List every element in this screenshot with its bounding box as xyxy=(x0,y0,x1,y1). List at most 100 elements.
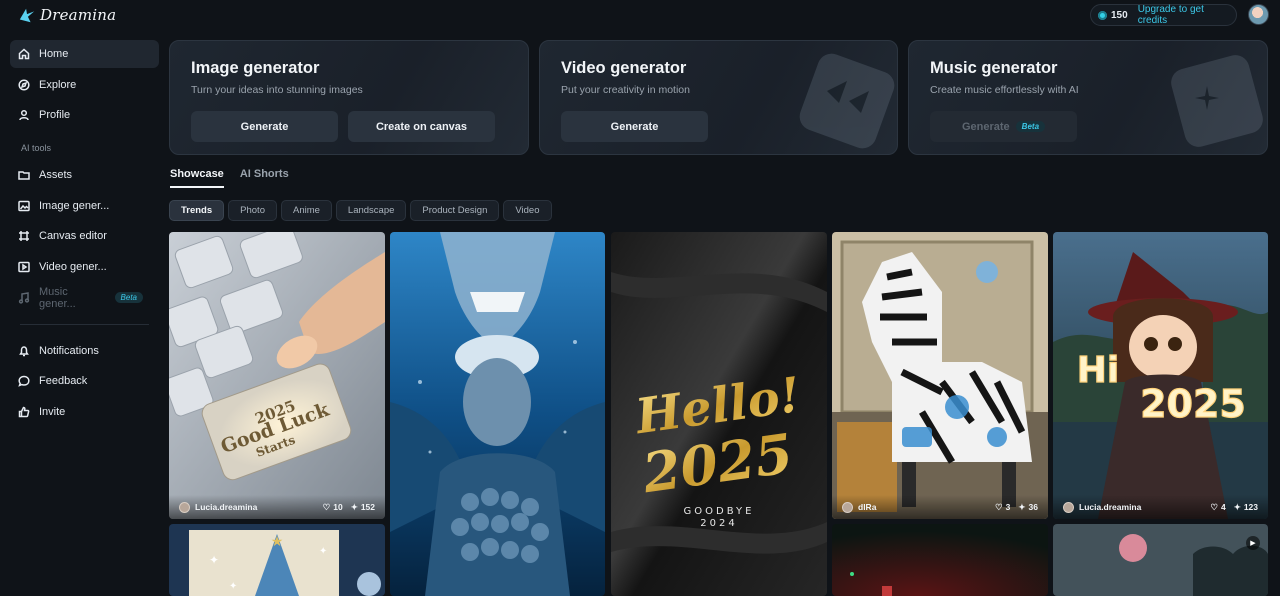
author-name[interactable]: Lucia.dreamina xyxy=(195,502,257,512)
filter-photo[interactable]: Photo xyxy=(228,200,277,221)
svg-text:✦: ✦ xyxy=(229,581,237,592)
author-name[interactable]: Lucia.dreamina xyxy=(1079,502,1141,512)
filter-anime[interactable]: Anime xyxy=(280,200,332,221)
sidebar-item-image-generator[interactable]: Image gener... xyxy=(10,192,159,220)
beta-badge: Beta xyxy=(1015,121,1046,132)
sidebar-item-label: Explore xyxy=(39,78,77,91)
sidebar-item-invite[interactable]: Invite xyxy=(10,398,159,426)
content-tabs: Showcase AI Shorts xyxy=(170,168,289,188)
credit-coin-icon xyxy=(1098,10,1107,20)
svg-text:★: ★ xyxy=(271,533,284,549)
sidebar-item-label: Invite xyxy=(39,405,66,418)
video-generate-button[interactable]: Generate xyxy=(561,111,708,142)
folder-icon xyxy=(18,169,30,181)
sidebar-divider xyxy=(20,323,149,325)
image-icon xyxy=(18,200,30,212)
heart-icon: ♡ xyxy=(1210,501,1218,512)
filter-landscape[interactable]: Landscape xyxy=(335,200,407,221)
credits-pill[interactable]: 150 Upgrade to get credits xyxy=(1090,4,1237,26)
sidebar-item-label: Home xyxy=(39,48,69,60)
gallery-item[interactable]: ▶ xyxy=(1053,524,1268,596)
remix-count[interactable]: ✦ 36 xyxy=(1018,502,1038,513)
filter-video[interactable]: Video xyxy=(503,200,552,221)
art-text-year: 2025 xyxy=(1140,382,1246,426)
sparkle-icon: ✦ xyxy=(350,501,358,512)
remix-value: 36 xyxy=(1028,502,1038,512)
sidebar-item-label: Assets xyxy=(39,169,73,182)
sparkle-icon: ✦ xyxy=(1233,501,1241,512)
remix-value: 123 xyxy=(1243,502,1258,512)
create-on-canvas-button[interactable]: Create on canvas xyxy=(348,111,495,142)
author-avatar xyxy=(842,501,853,513)
music-generator-card: Music generator Create music effortlessl… xyxy=(908,40,1268,155)
gallery-item-meta: Lucia.dreamina ♡ 4 ✦ 123 xyxy=(1053,495,1268,519)
dreamina-logo-icon xyxy=(19,8,35,23)
upgrade-link[interactable]: Upgrade to get credits xyxy=(1138,4,1236,26)
brand-name: Dreamina xyxy=(40,6,117,24)
witch-girl-image: Hi 2025 xyxy=(1053,232,1268,519)
card-subtitle: Put your creativity in motion xyxy=(561,84,690,96)
gallery-item[interactable]: Hello! 2025 GOODBYE 2024 xyxy=(611,232,827,596)
tab-ai-shorts[interactable]: AI Shorts xyxy=(240,168,289,188)
beta-badge: Beta xyxy=(114,292,143,304)
heart-icon: ♡ xyxy=(322,501,331,512)
author-name[interactable]: dlRa xyxy=(858,502,876,512)
svg-text:✦: ✦ xyxy=(319,546,327,557)
gallery-item-meta: Lucia.dreamina ♡ 10 ✦ 152 xyxy=(169,495,385,519)
card-subtitle: Create music effortlessly with AI xyxy=(930,84,1079,96)
remix-count[interactable]: ✦ 123 xyxy=(1234,502,1258,513)
sidebar-item-label: Feedback xyxy=(39,375,88,388)
user-avatar[interactable] xyxy=(1248,4,1269,25)
brand-logo[interactable]: Dreamina xyxy=(18,4,116,26)
sidebar-item-notifications[interactable]: Notifications xyxy=(10,337,159,365)
sidebar-item-label: Canvas editor xyxy=(39,230,107,243)
heart-icon: ♡ xyxy=(995,501,1003,512)
app-root: Dreamina 150 Upgrade to get credits Home… xyxy=(0,0,1280,596)
art-text-hi: Hi xyxy=(1077,350,1119,391)
music-icon xyxy=(18,291,30,304)
sidebar-item-label: Video gener... xyxy=(39,260,107,273)
sidebar-item-feedback[interactable]: Feedback xyxy=(10,367,159,395)
filter-trends[interactable]: Trends xyxy=(169,200,225,221)
sidebar-item-label: Image gener... xyxy=(39,199,110,212)
like-value: 3 xyxy=(1005,502,1011,512)
gallery-item[interactable]: ★ ✦ ✦ ✦ xyxy=(169,524,385,596)
like-count[interactable]: ♡ 4 xyxy=(1210,502,1225,513)
video-decor-icon xyxy=(799,53,895,149)
art-text-old-year: 2024 xyxy=(700,518,737,529)
section-label-ai-tools: AI tools xyxy=(21,143,52,154)
sidebar-item-label: Profile xyxy=(39,109,71,122)
music-generate-button[interactable]: Generate Beta xyxy=(930,111,1077,142)
gallery-item-meta: dlRa ♡ 3 ✦ 36 xyxy=(832,495,1048,519)
sidebar-item-home[interactable]: Home xyxy=(10,40,159,68)
sidebar-item-assets[interactable]: Assets xyxy=(10,161,159,189)
like-count[interactable]: ♡ 3 xyxy=(995,502,1010,513)
gallery-item[interactable] xyxy=(832,524,1048,596)
card-title: Video generator xyxy=(561,59,687,77)
filter-chips: Trends Photo Anime Landscape Product Des… xyxy=(169,200,552,221)
thumbs-up-icon xyxy=(18,406,30,418)
credit-count: 150 xyxy=(1111,9,1128,21)
gallery-item[interactable]: 2025 Good Luck Starts Lucia.dreamina ♡ 10… xyxy=(169,232,385,519)
sidebar-item-video-generator[interactable]: Video gener... xyxy=(10,253,159,281)
image-generate-button[interactable]: Generate xyxy=(191,111,338,142)
canvas-icon xyxy=(18,230,30,242)
sidebar-item-explore[interactable]: Explore xyxy=(10,71,159,99)
play-icon[interactable]: ▶ xyxy=(1246,536,1260,550)
image-generator-card: Image generator Turn your ideas into stu… xyxy=(169,40,529,155)
author-avatar xyxy=(179,501,190,513)
sidebar-item-canvas-editor[interactable]: Canvas editor xyxy=(10,222,159,250)
gallery-item[interactable]: Hi 2025 Lucia.dreamina ♡ 4 ✦ 123 xyxy=(1053,232,1268,519)
like-count[interactable]: ♡ 10 xyxy=(323,502,343,513)
tab-showcase[interactable]: Showcase xyxy=(170,168,224,188)
gallery-item[interactable]: dlRa ♡ 3 ✦ 36 xyxy=(832,232,1048,519)
filter-product-design[interactable]: Product Design xyxy=(410,200,500,221)
sidebar-item-music-generator[interactable]: Music gener... Beta xyxy=(10,284,159,312)
bell-icon xyxy=(18,345,30,357)
sidebar-item-profile[interactable]: Profile xyxy=(10,101,159,129)
remix-value: 152 xyxy=(360,502,375,512)
remix-count[interactable]: ✦ 152 xyxy=(351,502,375,513)
card-title: Image generator xyxy=(191,59,320,77)
shark-man-image xyxy=(390,232,605,596)
gallery-item[interactable] xyxy=(390,232,605,596)
